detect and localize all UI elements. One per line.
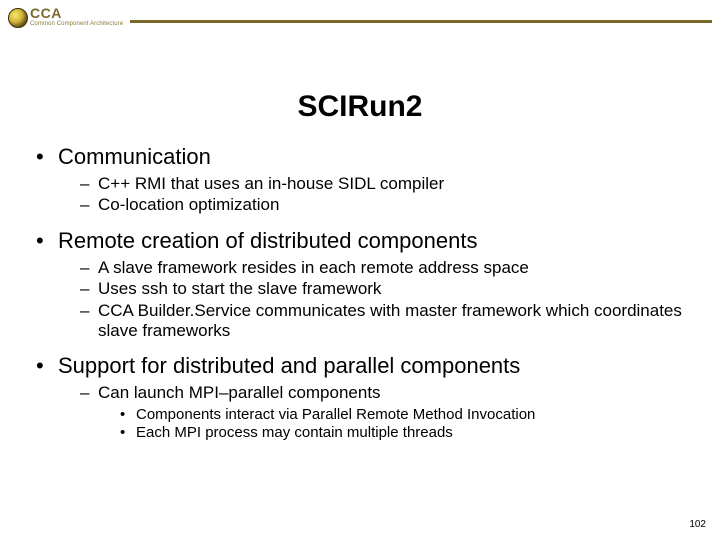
- sub-bullet-text: Co-location optimization: [98, 195, 279, 214]
- sub-bullet-text: A slave framework resides in each remote…: [98, 258, 529, 277]
- sub-bullet-list: A slave framework resides in each remote…: [80, 258, 700, 342]
- subsub-bullet-text: Each MPI process may contain multiple th…: [136, 424, 453, 441]
- logo-sub-text: Common Component Architecture: [30, 21, 123, 27]
- bullet-text: Communication: [58, 144, 211, 169]
- logo-text: CCA Common Component Architecture: [30, 6, 123, 27]
- slide-header: CCA Common Component Architecture: [0, 0, 720, 34]
- sub-bullet-item: C++ RMI that uses an in-house SIDL compi…: [80, 174, 700, 194]
- bullet-list: Communication C++ RMI that uses an in-ho…: [36, 144, 700, 443]
- bullet-text: Remote creation of distributed component…: [58, 228, 477, 253]
- subsub-bullet-list: Components interact via Parallel Remote …: [120, 406, 700, 444]
- sub-bullet-item: A slave framework resides in each remote…: [80, 258, 700, 278]
- subsub-bullet-item: Each MPI process may contain multiple th…: [120, 424, 700, 443]
- slide-content: Communication C++ RMI that uses an in-ho…: [0, 144, 720, 443]
- bullet-text: Support for distributed and parallel com…: [58, 353, 520, 378]
- sub-bullet-list: Can launch MPI–parallel components Compo…: [80, 383, 700, 443]
- bullet-item: Remote creation of distributed component…: [36, 228, 700, 342]
- subsub-bullet-item: Components interact via Parallel Remote …: [120, 406, 700, 425]
- sub-bullet-item: Can launch MPI–parallel components Compo…: [80, 383, 700, 443]
- header-rule: [130, 20, 712, 23]
- sub-bullet-text: C++ RMI that uses an in-house SIDL compi…: [98, 174, 444, 193]
- bullet-item: Support for distributed and parallel com…: [36, 353, 700, 443]
- sub-bullet-item: CCA Builder.Service communicates with ma…: [80, 301, 700, 342]
- cca-logo-icon: [8, 8, 28, 28]
- bullet-item: Communication C++ RMI that uses an in-ho…: [36, 144, 700, 216]
- subsub-bullet-text: Components interact via Parallel Remote …: [136, 406, 535, 423]
- sub-bullet-list: C++ RMI that uses an in-house SIDL compi…: [80, 174, 700, 216]
- logo: CCA Common Component Architecture: [8, 6, 123, 27]
- sub-bullet-text: CCA Builder.Service communicates with ma…: [98, 301, 682, 340]
- logo-main-text: CCA: [30, 6, 123, 20]
- sub-bullet-text: Can launch MPI–parallel components: [98, 383, 381, 402]
- sub-bullet-item: Co-location optimization: [80, 195, 700, 215]
- page-number: 102: [689, 519, 706, 530]
- sub-bullet-text: Uses ssh to start the slave framework: [98, 279, 381, 298]
- sub-bullet-item: Uses ssh to start the slave framework: [80, 279, 700, 299]
- slide-title: SCIRun2: [0, 90, 720, 124]
